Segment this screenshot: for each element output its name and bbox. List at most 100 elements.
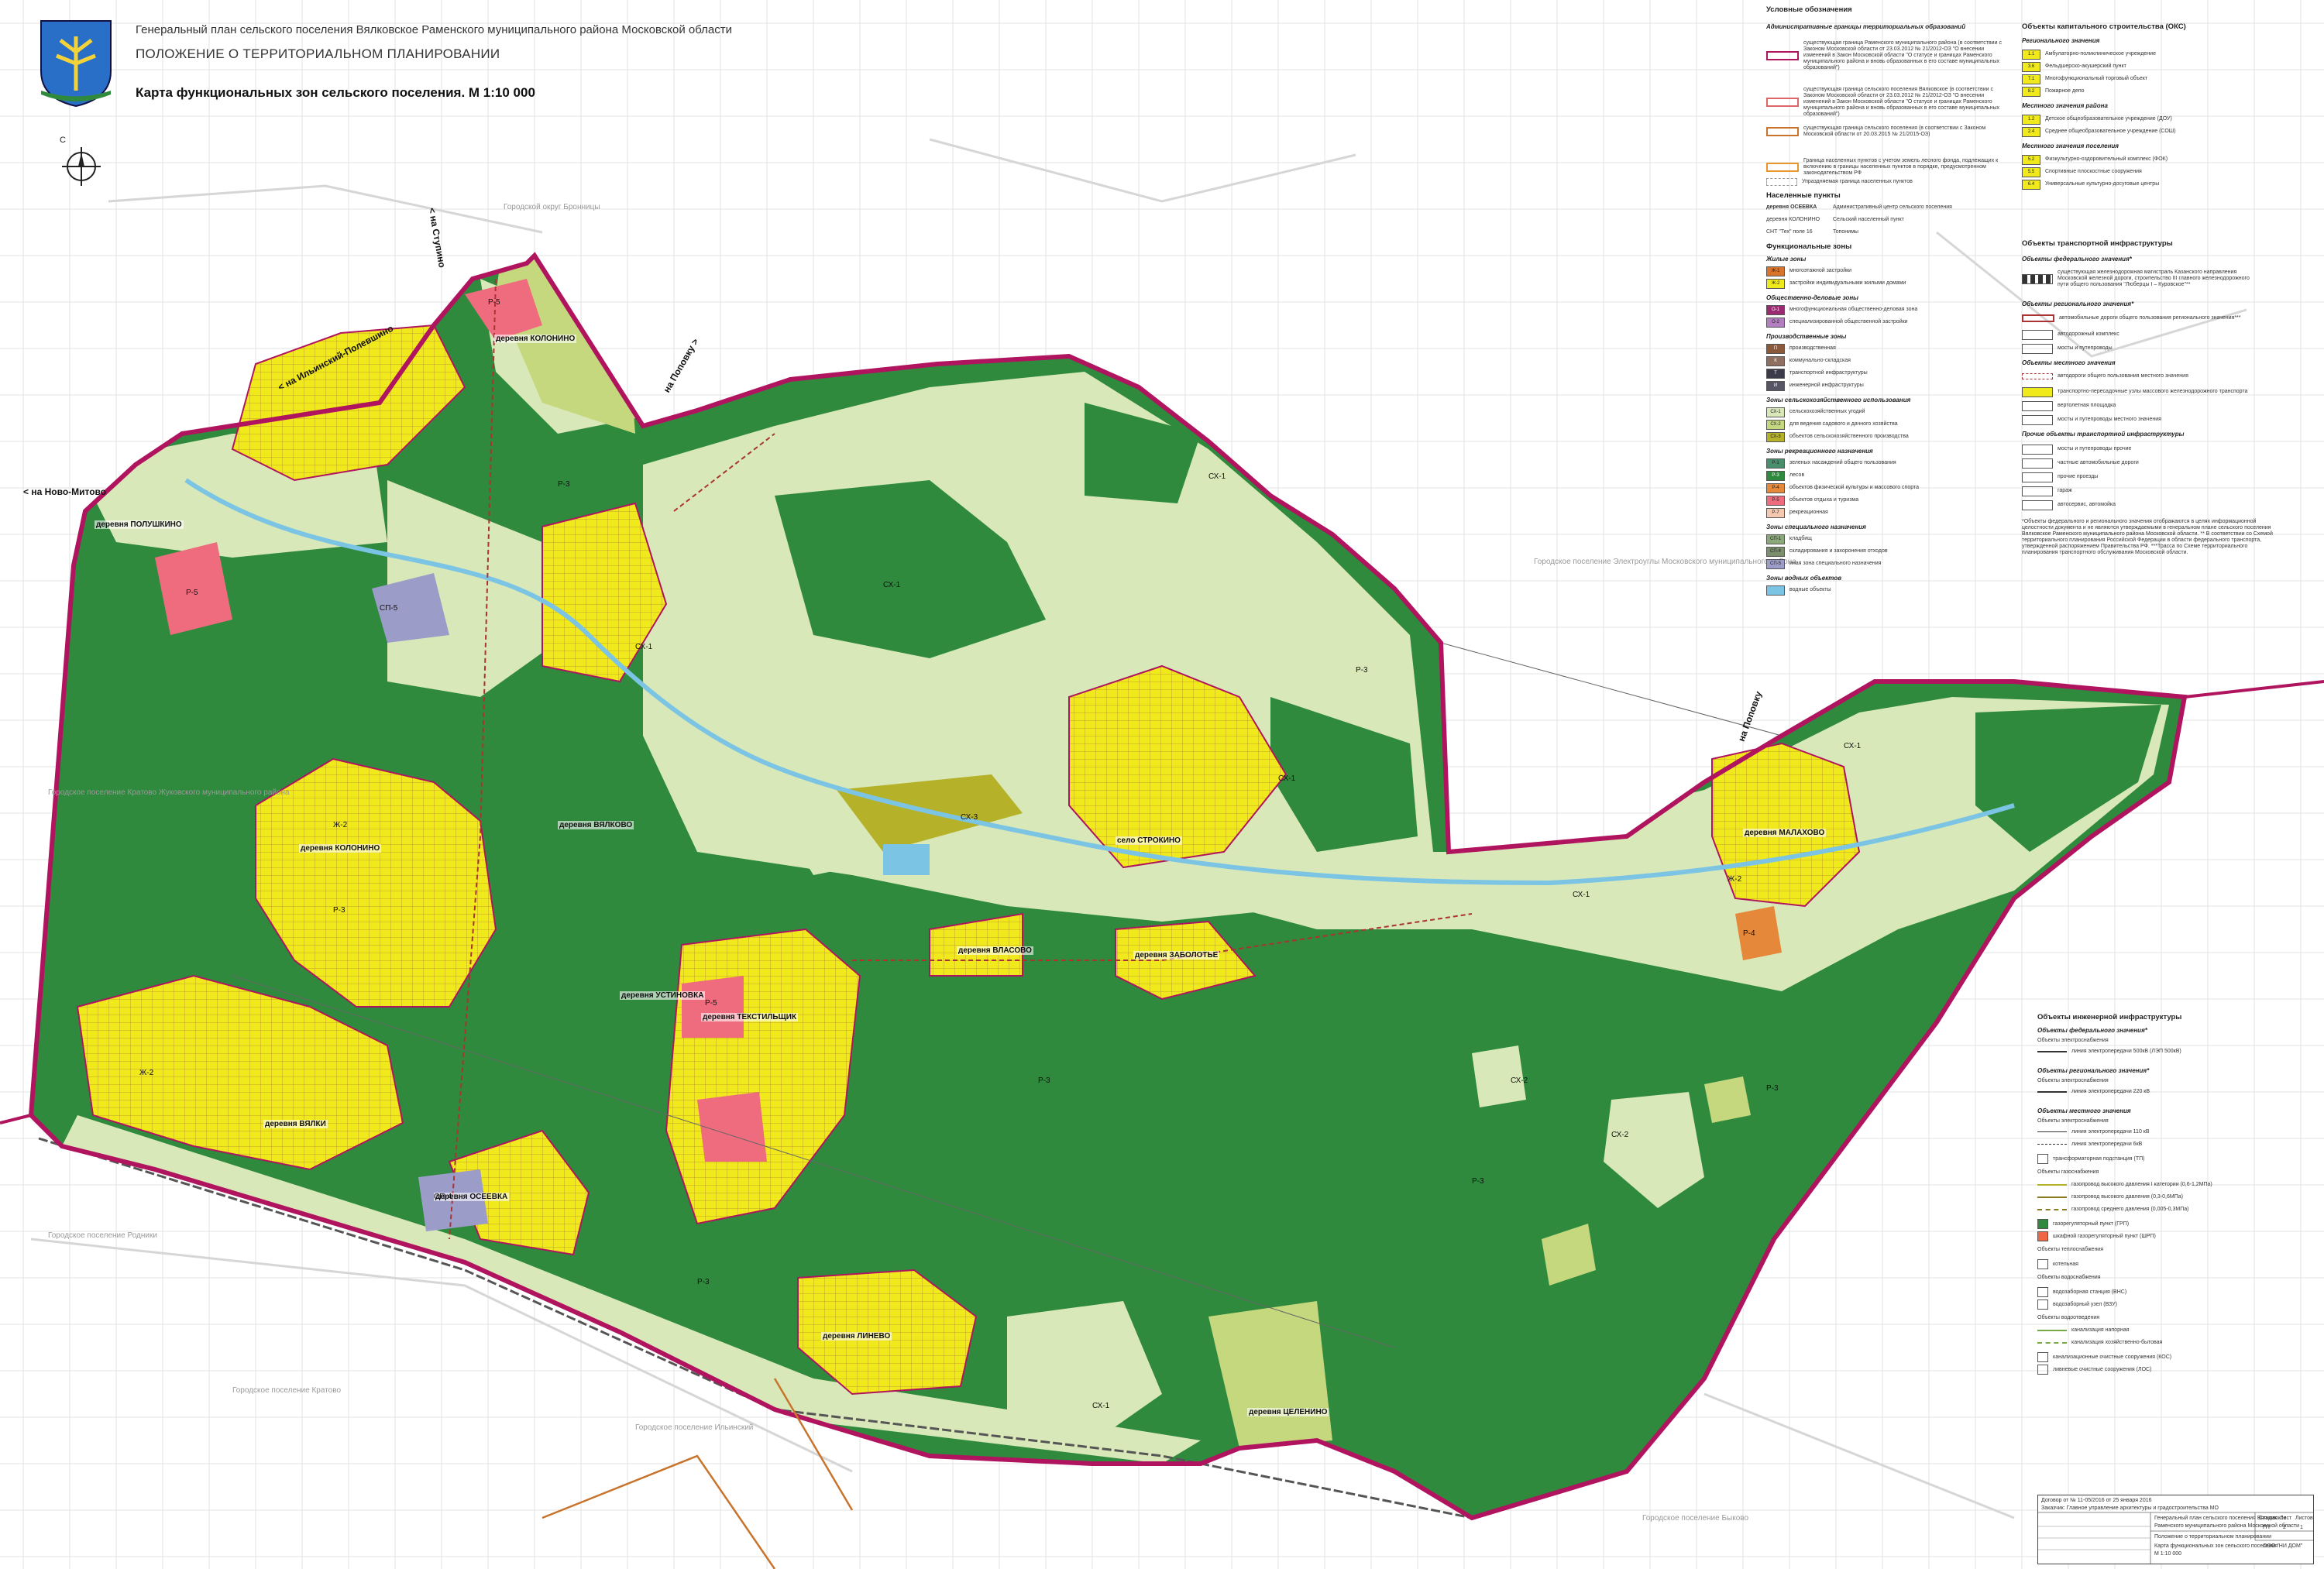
header-title-line1: Генеральный план сельского поселения Вял… (136, 23, 733, 36)
legend-zone-item: Ж-1 многоэтажной застройки (1766, 266, 1851, 276)
legend-oks-item: 7.1 Многофункциональный торговый объект (2022, 74, 2147, 84)
legend-transport-item: мосты и путепроводы прочие (2022, 445, 2131, 455)
settlement-label: деревня ТЕКСТИЛЬЩИК (701, 1013, 799, 1021)
infra-subgroup: Объекты электроснабжения (2037, 1118, 2109, 1124)
legend-zone-group: Зоны водных объектов (1766, 575, 1842, 582)
legend-zone-item: СХ-3 объектов сельскохозяйственного произ… (1766, 432, 1909, 442)
legend-zone-item: Р-3 лесов (1766, 471, 1804, 481)
infra-subgroup: Объекты газоснабжения (2037, 1169, 2099, 1175)
neighbor-label: Городской округ Бронницы (504, 203, 600, 211)
legend-zone-group: Зоны рекреационного назначения (1766, 448, 1873, 455)
infra-item: водозаборный узел (ВЗУ) (2037, 1299, 2117, 1310)
legend-settlements-title: Населенные пункты (1766, 191, 1841, 200)
legend-zone-item: СП-1 кладбищ (1766, 534, 1812, 544)
legend-zone-item: Р-5 объектов отдыха и туризма (1766, 496, 1858, 506)
settlement-label: деревня КОЛОНИНО (494, 335, 577, 343)
infra-group: Объекты местного значения (2037, 1107, 2131, 1114)
legend-oks-group: Местного значения района (2022, 102, 2108, 109)
zone-code-label: СХ-2 (1511, 1076, 1528, 1085)
legend-zone-item: Р-7 рекреационная (1766, 508, 1828, 518)
legend-transport-group: Прочие объекты транспортной инфраструкту… (2022, 431, 2185, 438)
legend-transport-item: автодороги общего пользования местного з… (2022, 373, 2188, 380)
infra-item: ливневые очистные сооружения (ЛОС) (2037, 1365, 2151, 1375)
infra-item: газопровод высокого давления I категории… (2037, 1182, 2212, 1187)
neighbor-label: Городское поселение Быково (1642, 1514, 1749, 1523)
infra-subgroup: Объекты электроснабжения (2037, 1078, 2109, 1083)
legend-oks-item: 5.5 Спортивные плоскостные сооружения (2022, 167, 2142, 177)
legend-oks-title: Объекты капитального строительства (ОКС) (2022, 22, 2186, 31)
legend-transport-item: мосты и путепроводы (2022, 344, 2113, 354)
zone-code-label: СХ-2 (1611, 1131, 1629, 1139)
legend-transport-item: мосты и путепроводы местного значения (2022, 415, 2161, 425)
legend-zone-group: Производственные зоны (1766, 333, 1847, 340)
zone-code-label: Р-3 (1356, 666, 1368, 675)
zone-code-label: СХ-1 (1092, 1402, 1110, 1410)
settlement-label: деревня ВЯЛКОВО (558, 821, 634, 829)
neighbor-label: Городское поселение Кратово Жуковского м… (48, 788, 290, 797)
infra-item: шкафной газорегуляторный пункт (ШРП) (2037, 1231, 2156, 1241)
zone-code-label: Ж-2 (139, 1069, 154, 1077)
legend-admin-title: Административные границы территориальных… (1766, 23, 1966, 30)
neighbor-label: Городское поселение Ильинский (635, 1423, 754, 1432)
legend-transport-item: гараж (2022, 486, 2072, 496)
infra-item: газопровод высокого давления (0,3-0,6МПа… (2037, 1194, 2183, 1200)
legend-title: Условные обозначения (1766, 5, 1852, 14)
legend-transport-item: частные автомобильные дороги (2022, 458, 2139, 469)
north-arrow-icon: С (58, 136, 105, 190)
legend-admin-item: Упраздняемая граница населенных пунктов (1766, 178, 1913, 186)
legend-transport-item: автодорожный комплекс (2022, 330, 2119, 340)
neighbor-label: Городское поселение Родники (48, 1231, 157, 1240)
legend-settlement-item: СНТ "Тех" поле 16 Топонимы (1766, 229, 1858, 235)
legend-transport-item: прочие проезды (2022, 472, 2098, 482)
legend-oks-item: 1.1 Амбулаторно-поликлиническое учреждени… (2022, 50, 2156, 60)
zone-code-label: Р-5 (488, 298, 500, 307)
map-title: Карта функциональных зон сельского посел… (136, 85, 535, 100)
settlement-label: деревня ЗАБОЛОТЬЕ (1133, 951, 1220, 960)
zone-code-label: СП-5 (380, 604, 398, 613)
legend-zone-group: Зоны сельскохозяйственного использования (1766, 397, 1911, 403)
zone-code-label: Р-5 (705, 999, 717, 1008)
infra-item: водозаборная станция (ВНС) (2037, 1287, 2126, 1297)
zone-code-label: СХ-1 (1208, 472, 1226, 481)
infra-item: линия электропередачи 6кВ (2037, 1142, 2142, 1147)
settlement-label: деревня ВЯЛКИ (263, 1120, 328, 1128)
map-legend: Условные обозначения Административные гр… (1766, 5, 2309, 897)
legend-zone-item: Ж-2 застройки индивидуальными жилыми дома… (1766, 279, 1906, 289)
infra-item: котельная (2037, 1259, 2078, 1269)
zone-code-label: СХ-1 (1573, 891, 1590, 899)
zone-code-label: Р-3 (333, 906, 346, 915)
zone-code-label: Р-3 (1766, 1084, 1779, 1093)
legend-zone-item: Ппроизводственная (1766, 344, 1836, 354)
legend-zone-group: Зоны специального назначения (1766, 524, 1866, 530)
legend-oks-item: 3.6 Фельдшерско-акушерский пункт (2022, 62, 2126, 72)
zone-code-label: СХ-1 (1278, 774, 1296, 783)
zone-code-label: СХ-1 (635, 643, 653, 651)
drawing-title-block: Договор от № 11-05/2016 от 25 января 201… (2037, 1495, 2314, 1564)
legend-zone-item: СП-4 складирования и захоронения отходов (1766, 547, 1888, 557)
titleblock-grid (2038, 1512, 2313, 1564)
legend-oks-group: Регионального значения (2022, 37, 2100, 44)
zone-code-label: Р-3 (697, 1278, 710, 1286)
legend-transport-item: транспортно-пересадочные узлы массового … (2022, 387, 2247, 397)
legend-zone-group: Общественно-деловые зоны (1766, 294, 1858, 301)
infra-group: Объекты регионального значения* (2037, 1067, 2150, 1074)
legend-zone-item: О-1 многофункциональная общественно-делов… (1766, 305, 1917, 315)
settlement-label: деревня ПОЛУШКИНО (95, 520, 184, 529)
legend-zone-item: СХ-2 для ведения садового и дачного хозяй… (1766, 420, 1898, 430)
legend-oks-item: 6.4 Универсальные культурно-досуговые цен… (2022, 180, 2159, 190)
infra-subgroup: Объекты электроснабжения (2037, 1038, 2109, 1043)
legend-notes: *Объекты федерального и регионального зн… (2022, 519, 2273, 556)
settlement-label: деревня УСТИНОВКА (620, 991, 706, 1000)
infra-item: канализация хозяйственно-бытовая (2037, 1340, 2162, 1345)
pond (883, 844, 930, 875)
legend-oks-item: 2.4 Среднее общеобразовательное учреждени… (2022, 127, 2176, 137)
legend-zone-item: водные объекты (1766, 585, 1831, 596)
zone-code-label: Р-5 (186, 589, 198, 597)
legend-transport-item: автосервис, автомойка (2022, 500, 2116, 510)
infra-group: Объекты федерального значения* (2037, 1027, 2147, 1034)
legend-zone-item: Р-1 зеленых насаждений общего пользования (1766, 458, 1896, 469)
legend-zone-item: О-2 специализированной общественной застр… (1766, 318, 1908, 328)
legend-admin-item: существующая граница сельского поселения… (1766, 125, 2005, 138)
settlement-label: деревня ЦЕЛЕНИНО (1247, 1408, 1329, 1416)
zone-code-label: Р-3 (558, 480, 570, 489)
